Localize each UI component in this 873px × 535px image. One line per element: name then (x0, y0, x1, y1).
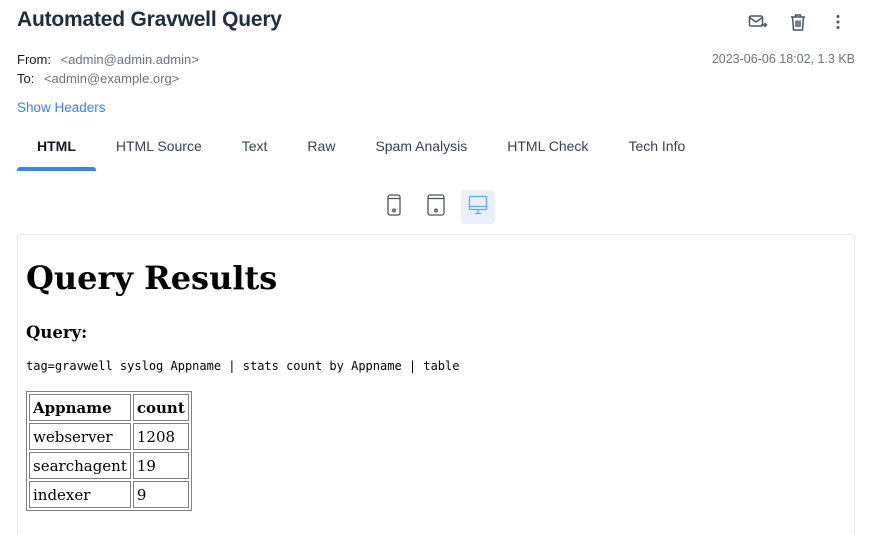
html-preview-frame: Query Results Query: tag=gravwell syslog… (17, 234, 855, 535)
preview-title: Query Results (26, 259, 278, 297)
table-row: webserver 1208 (29, 423, 189, 451)
table-cell: 19 (132, 452, 189, 480)
to-address: <admin@example.org> (43, 71, 180, 86)
mobile-view-button[interactable] (377, 190, 411, 224)
table-cell: 9 (132, 481, 189, 509)
table-cell: searchagent (29, 452, 131, 480)
more-options-icon[interactable] (825, 9, 851, 35)
table-cell: indexer (29, 481, 131, 509)
from-row: From: <admin@admin.admin> (17, 52, 199, 67)
table-header-row: Appname count (29, 394, 189, 422)
table-row: indexer 9 (29, 481, 189, 509)
tab-text[interactable]: Text (222, 128, 288, 171)
tablet-icon (427, 193, 445, 221)
desktop-view-button[interactable] (461, 190, 495, 224)
from-address: <admin@admin.admin> (60, 52, 199, 67)
mail-viewer: Automated Gravwell Query From: <admin@ad… (0, 0, 873, 535)
column-header: count (132, 394, 189, 422)
date-size: 2023-06-06 18:02, 1.3 KB (711, 52, 855, 66)
tab-spam-analysis[interactable]: Spam Analysis (355, 128, 487, 171)
message-actions (745, 9, 851, 35)
query-heading: Query: (26, 323, 88, 343)
tab-tech-info[interactable]: Tech Info (608, 128, 705, 171)
column-header: Appname (29, 394, 131, 422)
results-table: Appname count webserver 1208 searchagent… (26, 391, 192, 512)
release-mail-icon[interactable] (745, 9, 771, 35)
trash-icon[interactable] (785, 9, 811, 35)
tab-raw[interactable]: Raw (287, 128, 355, 171)
tablet-view-button[interactable] (419, 190, 453, 224)
table-cell: webserver (29, 423, 131, 451)
email-subject: Automated Gravwell Query (17, 8, 282, 31)
to-label: To: (17, 71, 35, 86)
device-preview-toggle (377, 190, 495, 224)
tab-html[interactable]: HTML (17, 128, 96, 171)
show-headers-link[interactable]: Show Headers (17, 100, 106, 115)
table-row: searchagent 19 (29, 452, 189, 480)
table-cell: 1208 (132, 423, 189, 451)
monitor-icon (468, 195, 488, 220)
view-tabs: HTML HTML Source Text Raw Spam Analysis … (17, 128, 705, 171)
tab-html-check[interactable]: HTML Check (487, 128, 608, 171)
phone-icon (387, 193, 401, 221)
query-text: tag=gravwell syslog Appname | stats coun… (26, 359, 460, 374)
from-label: From: (17, 52, 51, 67)
to-row: To: <admin@example.org> (17, 71, 179, 86)
tab-html-source[interactable]: HTML Source (96, 128, 222, 171)
